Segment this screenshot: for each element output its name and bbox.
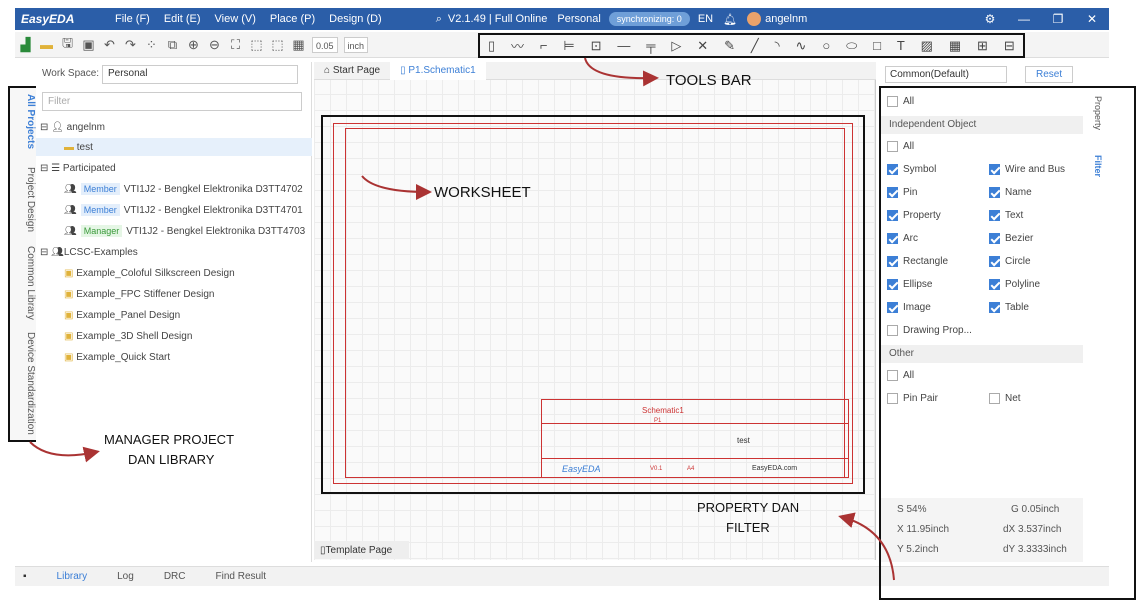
- arrow-property: [838, 512, 895, 581]
- arrow-worksheet: [361, 175, 432, 200]
- arrow-tools: [584, 57, 659, 87]
- annotation-arrows: [29, 57, 895, 581]
- arrow-manager: [29, 441, 100, 463]
